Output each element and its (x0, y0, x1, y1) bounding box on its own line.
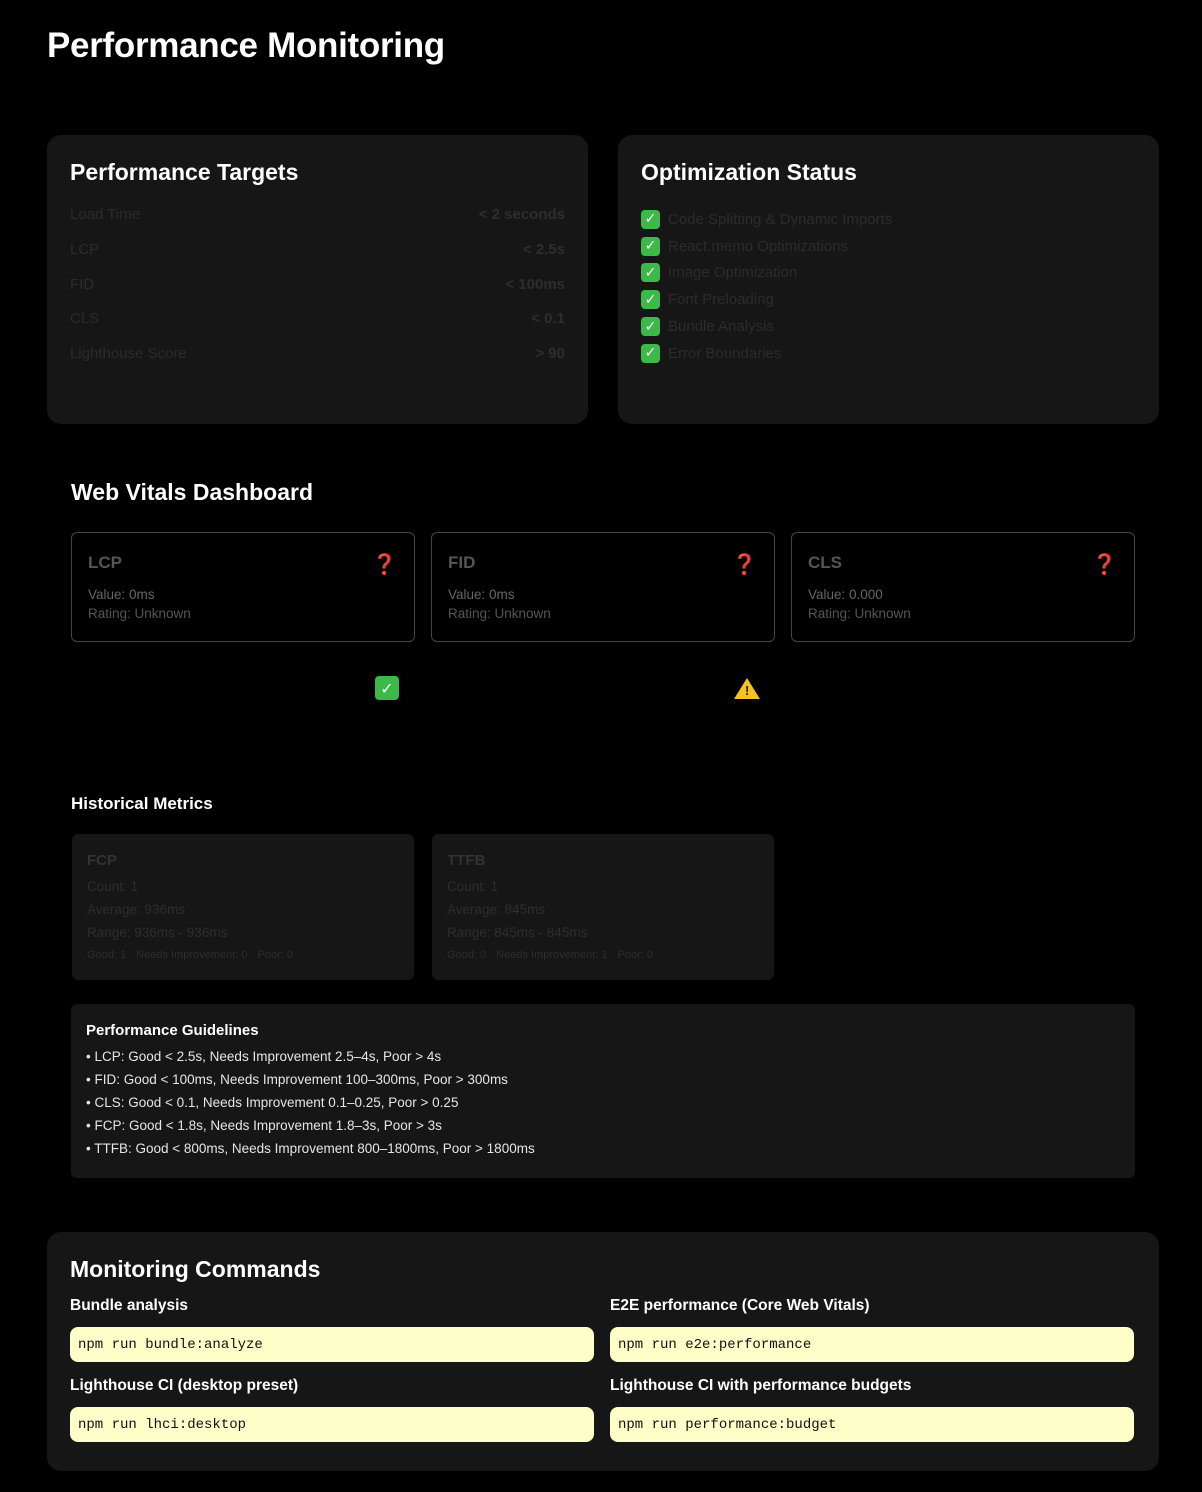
vital-value: Value: 0ms (88, 587, 155, 602)
check-icon: ✓ (641, 209, 660, 229)
check-icon: ✓ (641, 317, 660, 337)
command-code[interactable]: npm run performance:budget (610, 1407, 1134, 1442)
metric-good: Good: 1 (87, 949, 127, 961)
metric-range: Range: 845ms - 845ms (447, 925, 588, 940)
guideline-item: • FCP: Good < 1.8s, Needs Improvement 1.… (86, 1118, 442, 1133)
target-label: Load Time (70, 206, 141, 223)
commands-grid: Bundle analysis npm run bundle:analyze E… (70, 1297, 1136, 1457)
metric-range: Range: 936ms - 936ms (87, 925, 228, 940)
check-icon: ✓ (375, 676, 399, 700)
target-row: Load Time < 2 seconds (70, 206, 565, 241)
check-icon: ✓ (641, 263, 660, 283)
metric-poor: Poor: 0 (257, 949, 294, 961)
metric-needs-improvement: Needs Improvement: 1 (496, 949, 608, 961)
check-icon: ✓ (641, 290, 660, 310)
vital-card-fid: FID ❓ Value: 0ms Rating: Unknown (431, 532, 775, 642)
metric-needs-improvement: Needs Improvement: 0 (136, 949, 248, 961)
optimization-item-label: Error Boundaries (668, 344, 782, 362)
command-code[interactable]: npm run bundle:analyze (70, 1327, 594, 1362)
target-label: LCP (70, 240, 100, 258)
target-row: Lighthouse Score > 90 (70, 345, 565, 380)
metric-average: Average: 936ms (87, 902, 186, 917)
monitoring-commands-card: Monitoring Commands Bundle analysis npm … (47, 1232, 1159, 1471)
check-icon: ✓ (641, 236, 660, 256)
monitoring-commands-title: Monitoring Commands (70, 1256, 321, 1282)
command-label: Lighthouse CI (desktop preset) (70, 1377, 299, 1394)
optimization-item-label: Font Preloading (668, 291, 774, 309)
vital-name: CLS (808, 553, 842, 572)
guideline-item: • CLS: Good < 0.1, Needs Improvement 0.1… (86, 1095, 459, 1110)
optimization-status-title: Optimization Status (641, 159, 857, 185)
web-vitals-title: Web Vitals Dashboard (71, 479, 313, 505)
vital-name: FID (448, 553, 476, 572)
vital-rating: Rating: Unknown (808, 606, 911, 621)
historical-metrics-title: Historical Metrics (71, 794, 213, 813)
vital-rating: Rating: Unknown (88, 606, 191, 621)
command-item: Lighthouse CI with performance budgets n… (610, 1377, 1134, 1457)
metric-average: Average: 845ms (447, 902, 546, 917)
optimization-item: ✓ Error Boundaries (641, 332, 1136, 367)
vital-card-cls: CLS ❓ Value: 0.000 Rating: Unknown (791, 532, 1135, 642)
target-value: > 90 (535, 345, 565, 363)
command-label: Bundle analysis (70, 1297, 189, 1314)
target-label: FID (70, 275, 95, 293)
target-label: Lighthouse Score (70, 345, 187, 363)
optimization-item-label: Bundle Analysis (668, 318, 774, 336)
question-icon: ❓ (732, 552, 757, 576)
historical-card-ttfb: TTFB Count: 1 Average: 845ms Range: 845m… (432, 834, 774, 980)
historical-card-fcp: FCP Count: 1 Average: 936ms Range: 936ms… (72, 834, 414, 980)
vital-value: Value: 0.000 (808, 587, 883, 602)
optimization-item-label: Image Optimization (668, 264, 798, 282)
metric-count: Count: 1 (447, 879, 499, 894)
guidelines-title: Performance Guidelines (86, 1022, 259, 1039)
metric-name: TTFB (447, 852, 486, 869)
target-value: < 0.1 (531, 310, 565, 328)
performance-guidelines: Performance Guidelines • LCP: Good < 2.5… (71, 1004, 1135, 1178)
check-icon: ✓ (641, 343, 660, 363)
vital-name: LCP (88, 553, 122, 572)
vital-value: Value: 0ms (448, 587, 515, 602)
metric-count: Count: 1 (87, 879, 139, 894)
performance-targets-title: Performance Targets (70, 159, 299, 185)
metric-breakdown: Good: 0 Needs Improvement: 1 Poor: 0 (447, 949, 759, 961)
command-code[interactable]: npm run e2e:performance (610, 1327, 1134, 1362)
warning-icon-mark: ! (745, 683, 750, 698)
metric-breakdown: Good: 1 Needs Improvement: 0 Poor: 0 (87, 949, 399, 961)
target-row: LCP < 2.5s (70, 241, 565, 276)
target-value: < 2 seconds (478, 206, 565, 223)
performance-targets-card: Performance Targets Load Time < 2 second… (47, 135, 588, 424)
optimization-item-label: Code Splitting & Dynamic Imports (668, 210, 893, 228)
guideline-item: • FID: Good < 100ms, Needs Improvement 1… (86, 1072, 508, 1087)
question-icon: ❓ (372, 552, 397, 576)
target-value: < 2.5s (522, 240, 565, 258)
question-icon: ❓ (1092, 552, 1117, 576)
page-title: Performance Monitoring (47, 26, 445, 65)
metric-good: Good: 0 (447, 949, 487, 961)
metric-name: FCP (87, 852, 117, 869)
target-row: CLS < 0.1 (70, 310, 565, 345)
command-code[interactable]: npm run lhci:desktop (70, 1407, 594, 1442)
command-label: Lighthouse CI with performance budgets (610, 1377, 912, 1394)
guideline-item: • LCP: Good < 2.5s, Needs Improvement 2.… (86, 1049, 442, 1064)
optimization-item-label: React.memo Optimizations (668, 237, 849, 255)
guideline-item: • TTFB: Good < 800ms, Needs Improvement … (86, 1141, 535, 1156)
target-label: CLS (70, 310, 100, 328)
command-item: E2E performance (Core Web Vitals) npm ru… (610, 1297, 1134, 1377)
metric-poor: Poor: 0 (617, 949, 654, 961)
optimization-status-card: Optimization Status ✓ Code Splitting & D… (618, 135, 1159, 424)
command-label: E2E performance (Core Web Vitals) (610, 1297, 870, 1314)
target-row: FID < 100ms (70, 276, 565, 311)
target-value: < 100ms (505, 275, 565, 293)
vital-card-lcp: LCP ❓ Value: 0ms Rating: Unknown (71, 532, 415, 642)
command-item: Bundle analysis npm run bundle:analyze (70, 1297, 594, 1377)
vital-rating: Rating: Unknown (448, 606, 551, 621)
command-item: Lighthouse CI (desktop preset) npm run l… (70, 1377, 594, 1457)
